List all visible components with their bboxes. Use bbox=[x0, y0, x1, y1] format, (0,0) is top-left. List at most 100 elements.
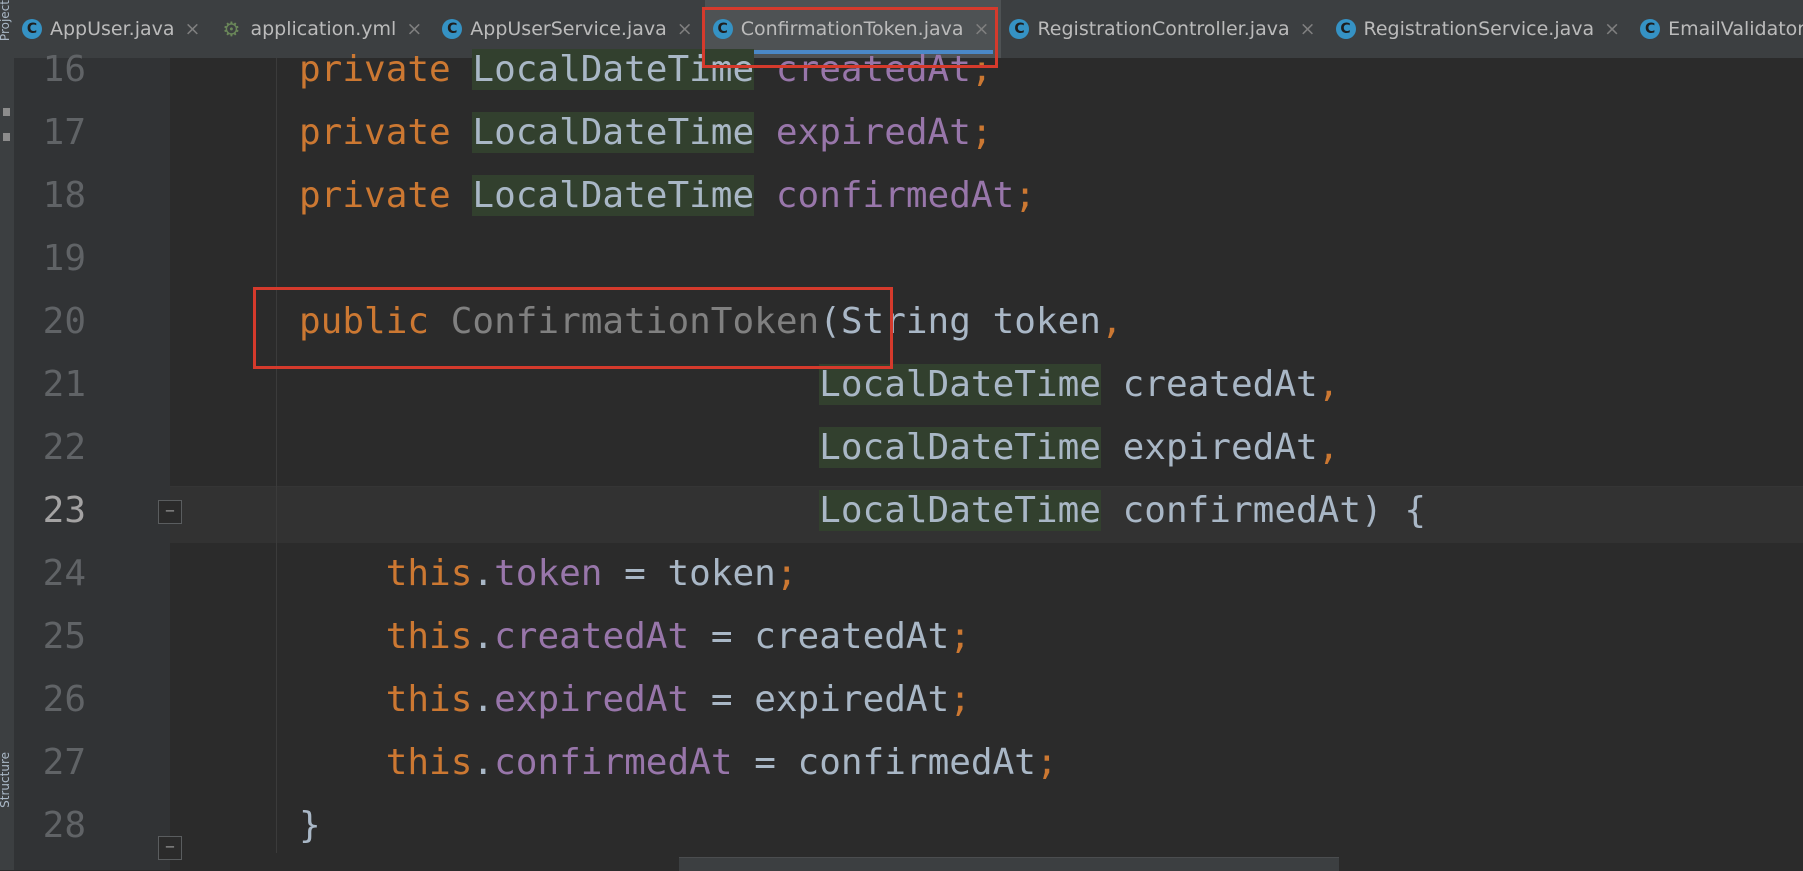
line-number: 22 bbox=[42, 427, 86, 468]
code-text: this.confirmedAt = confirmedAt; bbox=[299, 731, 1058, 794]
code-line[interactable]: 27 this.confirmedAt = confirmedAt; bbox=[14, 731, 1803, 794]
code-token: LocalDateTime bbox=[472, 175, 755, 216]
code-token: , bbox=[1317, 427, 1340, 468]
code-token: . bbox=[472, 679, 495, 720]
code-token: token bbox=[494, 553, 603, 594]
tool-window-strip: Project Structure bbox=[0, 0, 15, 870]
code-token: ; bbox=[1014, 175, 1036, 216]
code-line[interactable]: 17 private LocalDateTime expiredAt; bbox=[14, 101, 1803, 164]
tab-label: application.yml bbox=[250, 18, 397, 40]
code-token: LocalDateTime bbox=[819, 490, 1101, 531]
code-token: createdAt bbox=[1100, 364, 1318, 405]
code-token: private bbox=[299, 175, 473, 216]
code-token: LocalDateTime bbox=[819, 427, 1101, 468]
code-token: } bbox=[299, 805, 321, 846]
line-number: 28 bbox=[42, 805, 86, 846]
code-token: expiredAt bbox=[775, 112, 971, 153]
code-line[interactable]: 19 bbox=[14, 227, 1803, 290]
code-token: , bbox=[1100, 301, 1123, 342]
code-token: this bbox=[385, 742, 473, 783]
tab-label: EmailValidator.ja bbox=[1668, 18, 1803, 40]
code-token: LocalDateTime bbox=[472, 112, 755, 153]
java-class-icon: C bbox=[1640, 19, 1661, 39]
line-number: 17 bbox=[42, 112, 86, 153]
code-token: this bbox=[385, 616, 473, 657]
code-token: . bbox=[472, 616, 495, 657]
tab-close-icon[interactable]: × bbox=[185, 18, 201, 40]
line-number: 26 bbox=[42, 679, 86, 720]
code-text: LocalDateTime confirmedAt) { bbox=[299, 479, 1426, 542]
code-line[interactable]: 18 private LocalDateTime confirmedAt; bbox=[14, 164, 1803, 227]
code-token: this bbox=[385, 553, 473, 594]
tab-label: AppUserService.java bbox=[470, 18, 667, 40]
highlight-box-active-tab bbox=[702, 7, 998, 68]
code-token: expiredAt bbox=[1100, 427, 1318, 468]
code-token: confirmedAt bbox=[775, 175, 1015, 216]
code-token: ; bbox=[970, 112, 993, 153]
java-class-icon: C bbox=[1009, 19, 1030, 39]
code-token: ; bbox=[775, 553, 798, 594]
code-token: private bbox=[299, 49, 473, 90]
code-token: confirmedAt) { bbox=[1100, 490, 1427, 531]
java-class-icon: C bbox=[22, 19, 42, 39]
code-line[interactable]: 25 this.createdAt = createdAt; bbox=[14, 605, 1803, 668]
code-token: confirmedAt bbox=[494, 742, 733, 783]
popup-panel-edge bbox=[679, 857, 1339, 871]
line-number: 16 bbox=[42, 49, 86, 90]
line-number: 19 bbox=[42, 238, 86, 279]
code-token: = confirmedAt bbox=[732, 742, 1036, 783]
code-token: expiredAt bbox=[494, 679, 690, 720]
tab-close-icon[interactable]: × bbox=[406, 18, 422, 40]
code-token: private bbox=[299, 112, 473, 153]
code-token: , bbox=[1317, 364, 1340, 405]
tab-close-icon[interactable]: × bbox=[1300, 18, 1316, 40]
code-text: } bbox=[299, 794, 321, 857]
strip-indicator bbox=[3, 133, 10, 141]
line-number: 23 bbox=[42, 490, 86, 531]
line-number: 24 bbox=[42, 553, 86, 594]
highlight-box-constructor bbox=[253, 287, 893, 369]
code-token: ; bbox=[1035, 742, 1058, 783]
tab-close-icon[interactable]: × bbox=[677, 18, 693, 40]
code-line[interactable]: 24 this.token = token; bbox=[14, 542, 1803, 605]
code-line[interactable]: 28} bbox=[14, 794, 1803, 857]
code-text: this.createdAt = createdAt; bbox=[299, 605, 971, 668]
code-token: = expiredAt bbox=[689, 679, 950, 720]
code-line[interactable]: 26 this.expiredAt = expiredAt; bbox=[14, 668, 1803, 731]
code-token: createdAt bbox=[494, 616, 690, 657]
line-number: 18 bbox=[42, 175, 86, 216]
tab-label: RegistrationService.java bbox=[1363, 18, 1595, 40]
java-class-icon: C bbox=[1335, 19, 1356, 39]
code-token: = createdAt bbox=[689, 616, 950, 657]
code-text: LocalDateTime expiredAt, bbox=[299, 416, 1339, 479]
code-token: . bbox=[472, 742, 495, 783]
line-number: 20 bbox=[42, 301, 86, 342]
line-number: 21 bbox=[42, 364, 86, 405]
code-text: private LocalDateTime expiredAt; bbox=[299, 101, 993, 164]
code-line[interactable]: 23 LocalDateTime confirmedAt) { bbox=[14, 479, 1803, 542]
code-text: this.token = token; bbox=[299, 542, 798, 605]
code-token: this bbox=[385, 679, 473, 720]
code-editor[interactable]: − − 16 private LocalDateTime createdAt; 17… bbox=[14, 49, 1803, 870]
tab-close-icon[interactable]: × bbox=[1604, 18, 1620, 40]
strip-indicator bbox=[3, 108, 10, 116]
tab-label: AppUser.java bbox=[50, 18, 175, 40]
code-token: . bbox=[472, 553, 495, 594]
code-line[interactable]: 22 LocalDateTime expiredAt, bbox=[14, 416, 1803, 479]
tab-label: RegistrationController.java bbox=[1037, 18, 1290, 40]
code-token: LocalDateTime bbox=[819, 364, 1101, 405]
line-number: 27 bbox=[42, 742, 86, 783]
code-text: this.expiredAt = expiredAt; bbox=[299, 668, 971, 731]
yml-file-icon: ⚙ bbox=[222, 17, 241, 41]
code-token: ; bbox=[949, 679, 971, 720]
code-token: ; bbox=[949, 616, 971, 657]
